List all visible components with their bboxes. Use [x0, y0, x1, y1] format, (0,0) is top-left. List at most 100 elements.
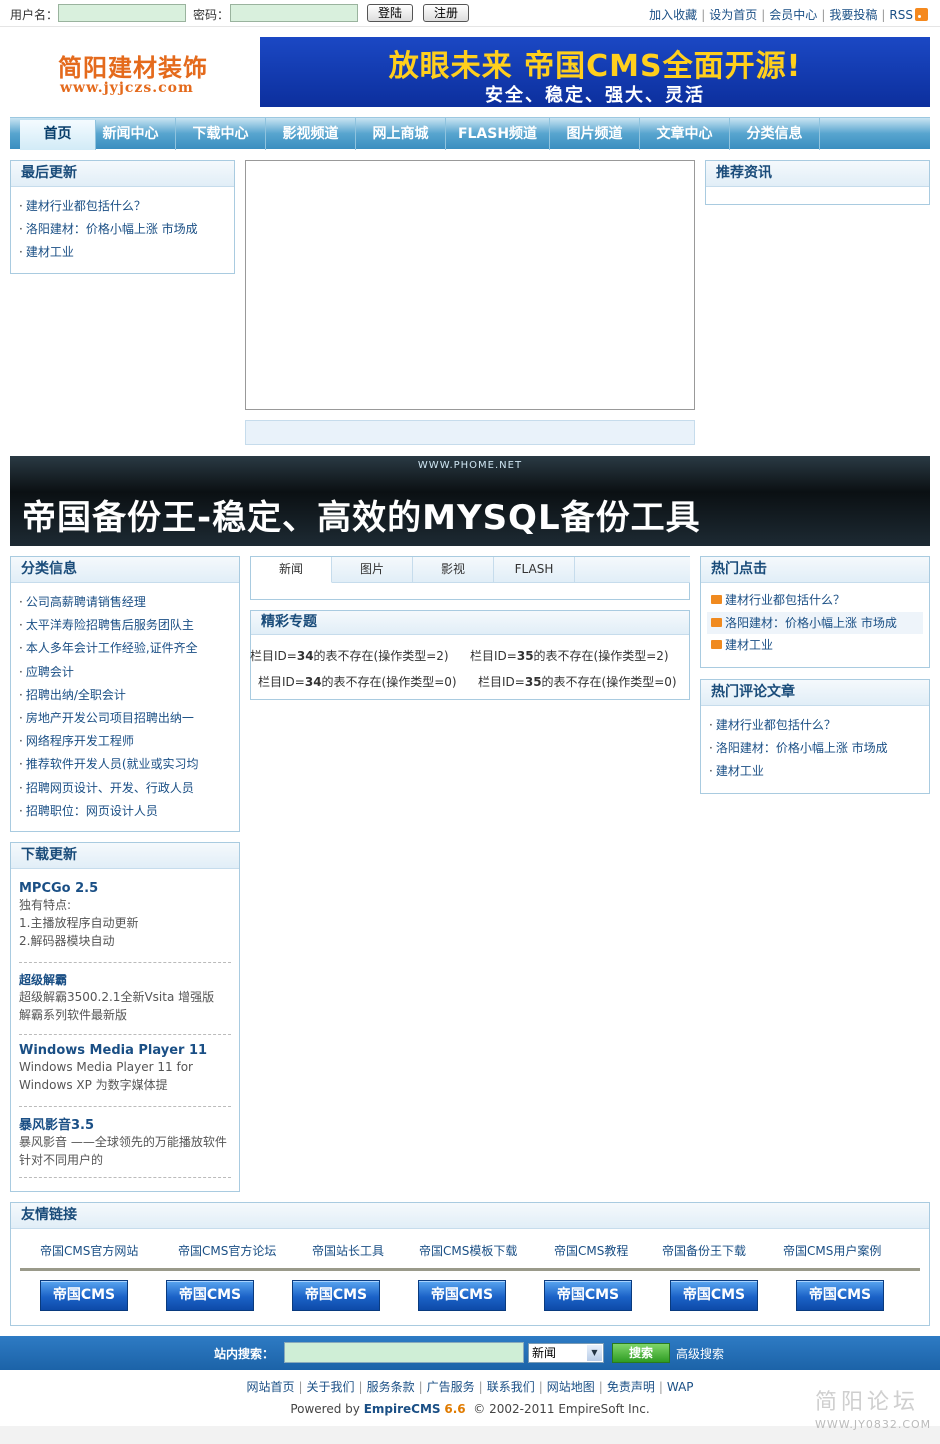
partner-logo[interactable]: 帝国CMS — [796, 1280, 884, 1311]
search-input[interactable] — [284, 1342, 524, 1363]
banner-headline: 放眼未来 帝国CMS全面开源! — [388, 49, 802, 84]
list-item[interactable]: 建材行业都包括什么？ — [707, 589, 923, 612]
footer-link[interactable]: WAP — [667, 1380, 694, 1394]
footer-link[interactable]: 广告服务 — [427, 1380, 475, 1394]
list-item[interactable]: 建材工业 — [709, 760, 929, 783]
password-input[interactable] — [230, 4, 358, 22]
nav-home[interactable]: 首页 — [20, 120, 96, 150]
nav-shop[interactable]: 网上商城 — [356, 118, 446, 150]
hot-clicks-title: 热门点击 — [701, 557, 929, 583]
partner-logo[interactable]: 帝国CMS — [166, 1280, 254, 1311]
footer-link[interactable]: 免责声明 — [607, 1380, 655, 1394]
flash-slideshow[interactable] — [245, 160, 695, 410]
tab-flash[interactable]: FLASH — [494, 557, 575, 583]
friend-link[interactable]: 帝国CMS教程 — [554, 1242, 628, 1259]
friend-link[interactable]: 帝国备份王下载 — [662, 1242, 746, 1259]
footer-link[interactable]: 联系我们 — [487, 1380, 535, 1394]
flash-caption-bar — [245, 420, 695, 445]
list-item[interactable]: 建材行业都包括什么？ — [19, 195, 234, 218]
set-homepage-link[interactable]: 设为首页 — [709, 8, 757, 22]
list-item[interactable]: 洛阳建材：价格小幅上涨 市场成 — [709, 737, 929, 760]
site-logo[interactable]: 简阳建材装饰 www.jyjczs.com — [10, 38, 250, 106]
latest-updates-box: 最后更新 建材行业都包括什么？ 洛阳建材：价格小幅上涨 市场成 建材工业 — [10, 160, 235, 274]
nav-articles[interactable]: 文章中心 — [640, 118, 730, 150]
list-item[interactable]: 建材工业 — [707, 634, 923, 657]
backup-tool-ad[interactable]: WWW.PHOME.NET 帝国备份王-稳定、高效的MYSQL备份工具 — [10, 456, 930, 546]
topic-row-2a: 栏目ID=34的表不存在(操作类型=0) — [258, 675, 457, 689]
site-search-bar: 站内搜索： 新闻 ▼ 搜索 高级搜索 — [0, 1336, 940, 1370]
list-item[interactable]: 应聘会计 — [19, 661, 239, 684]
partner-logo[interactable]: 帝国CMS — [292, 1280, 380, 1311]
list-item[interactable]: 本人多年会计工作经验,证件齐全 — [19, 637, 239, 660]
banner-ad[interactable]: 放眼未来 帝国CMS全面开源! 安全、稳定、强大、灵活 — [260, 37, 930, 107]
nav-download[interactable]: 下载中心 — [176, 118, 266, 150]
hot-clicks-box: 热门点击 建材行业都包括什么？ 洛阳建材：价格小幅上涨 市场成 建材工业 — [700, 556, 930, 668]
friend-links-title: 友情链接 — [11, 1203, 929, 1229]
advanced-search-link[interactable]: 高级搜索 — [676, 1345, 724, 1362]
footer-link[interactable]: 服务条款 — [367, 1380, 415, 1394]
tab-news[interactable]: 新闻 — [251, 557, 332, 583]
submit-article-link[interactable]: 我要投稿 — [829, 8, 877, 22]
footer-link[interactable]: 关于我们 — [307, 1380, 355, 1394]
list-item[interactable]: 推荐软件开发人员(就业或实习均 — [19, 753, 239, 776]
empirecms-link[interactable]: EmpireCMS — [364, 1402, 441, 1416]
download-item[interactable]: 超级解霸 超级解霸3500.2.1全新Vsita 增强版 解霸系列软件最新版 — [19, 971, 231, 1035]
forum-watermark: 简阳论坛 WWW.JY0832.COM — [815, 1390, 932, 1431]
partner-logo[interactable]: 帝国CMS — [670, 1280, 758, 1311]
partner-logo[interactable]: 帝国CMS — [418, 1280, 506, 1311]
main-nav: 首页 新闻中心 下载中心 影视频道 网上商城 FLASH频道 图片频道 文章中心… — [10, 117, 930, 150]
list-item[interactable]: 招聘出纳/全职会计 — [19, 684, 239, 707]
register-button[interactable]: 注册 — [423, 4, 469, 22]
list-item[interactable]: 洛阳建材：价格小幅上涨 市场成 — [707, 611, 923, 634]
nav-classified[interactable]: 分类信息 — [730, 118, 820, 150]
list-item[interactable]: 公司高薪聘请销售经理 — [19, 591, 239, 614]
friend-link[interactable]: 帝国CMS用户案例 — [783, 1242, 881, 1259]
rss-icon[interactable] — [915, 8, 928, 21]
logo-title: 简阳建材装饰 — [58, 53, 208, 82]
footer-link[interactable]: 网站地图 — [547, 1380, 595, 1394]
friend-link[interactable]: 帝国CMS官方网站 — [40, 1242, 138, 1259]
partner-logo[interactable]: 帝国CMS — [40, 1280, 128, 1311]
nav-news[interactable]: 新闻中心 — [86, 118, 176, 150]
friend-link[interactable]: 帝国站长工具 — [312, 1242, 384, 1259]
nav-flash[interactable]: FLASH频道 — [446, 118, 550, 150]
list-item[interactable]: 招聘职位：网页设计人员 — [19, 800, 239, 823]
rank-3-icon — [711, 640, 722, 649]
top-links: 加入收藏 | 设为首页 | 会员中心 | 我要投稿 | RSS — [649, 6, 928, 23]
list-item[interactable]: 网络程序开发工程师 — [19, 730, 239, 753]
friend-link[interactable]: 帝国CMS官方论坛 — [178, 1242, 276, 1259]
ad-url: WWW.PHOME.NET — [417, 460, 523, 471]
classified-title: 分类信息 — [11, 557, 239, 583]
list-item[interactable]: 建材工业 — [19, 241, 234, 264]
tab-video[interactable]: 影视 — [413, 557, 494, 583]
list-item[interactable]: 建材行业都包括什么？ — [709, 714, 929, 737]
hot-comments-title: 热门评论文章 — [701, 680, 929, 706]
list-item[interactable]: 太平洋寿险招聘售后服务团队主 — [19, 614, 239, 637]
list-item[interactable]: 洛阳建材：价格小幅上涨 市场成 — [19, 218, 234, 241]
topic-row-1a: 栏目ID=34的表不存在(操作类型=2) — [250, 649, 449, 663]
latest-updates-title: 最后更新 — [11, 161, 234, 187]
topic-row-2b: 栏目ID=35的表不存在(操作类型=0) — [478, 675, 677, 689]
partner-logo[interactable]: 帝国CMS — [544, 1280, 632, 1311]
nav-video[interactable]: 影视频道 — [266, 118, 356, 150]
rss-link[interactable]: RSS — [889, 8, 913, 22]
list-item[interactable]: 房地产开发公司项目招聘出纳一 — [19, 707, 239, 730]
member-center-link[interactable]: 会员中心 — [769, 8, 817, 22]
friend-link[interactable]: 帝国CMS模板下载 — [419, 1242, 517, 1259]
nav-pictures[interactable]: 图片频道 — [550, 118, 640, 150]
download-item[interactable]: Windows Media Player 11 Windows Media Pl… — [19, 1043, 231, 1107]
download-item[interactable]: MPCGo 2.5 独有特点: 1.主播放程序自动更新 2.解码器模块自动 — [19, 881, 231, 963]
footer-links: 网站首页 | 关于我们 | 服务条款 | 广告服务 | 联系我们 | 网站地图 | 免责声明 | WAP — [246, 1380, 694, 1394]
footer-link[interactable]: 网站首页 — [246, 1380, 294, 1394]
list-item[interactable]: 招聘网页设计、开发、行政人员 — [19, 777, 239, 800]
tab-pictures[interactable]: 图片 — [332, 557, 413, 583]
search-button[interactable]: 搜索 — [612, 1343, 670, 1363]
topic-row-1b: 栏目ID=35的表不存在(操作类型=2) — [470, 649, 669, 663]
search-label: 站内搜索： — [214, 1347, 275, 1361]
username-input[interactable] — [58, 4, 186, 22]
login-button[interactable]: 登陆 — [367, 4, 413, 22]
search-category-select[interactable]: 新闻 ▼ — [528, 1343, 604, 1363]
download-item[interactable]: 暴风影音3.5 暴风影音 ——全球领先的万能播放软件 针对不同用户的 — [19, 1114, 231, 1178]
downloads-box: 下载更新 MPCGo 2.5 独有特点: 1.主播放程序自动更新 2.解码器模块… — [10, 842, 240, 1192]
add-favorite-link[interactable]: 加入收藏 — [649, 8, 697, 22]
